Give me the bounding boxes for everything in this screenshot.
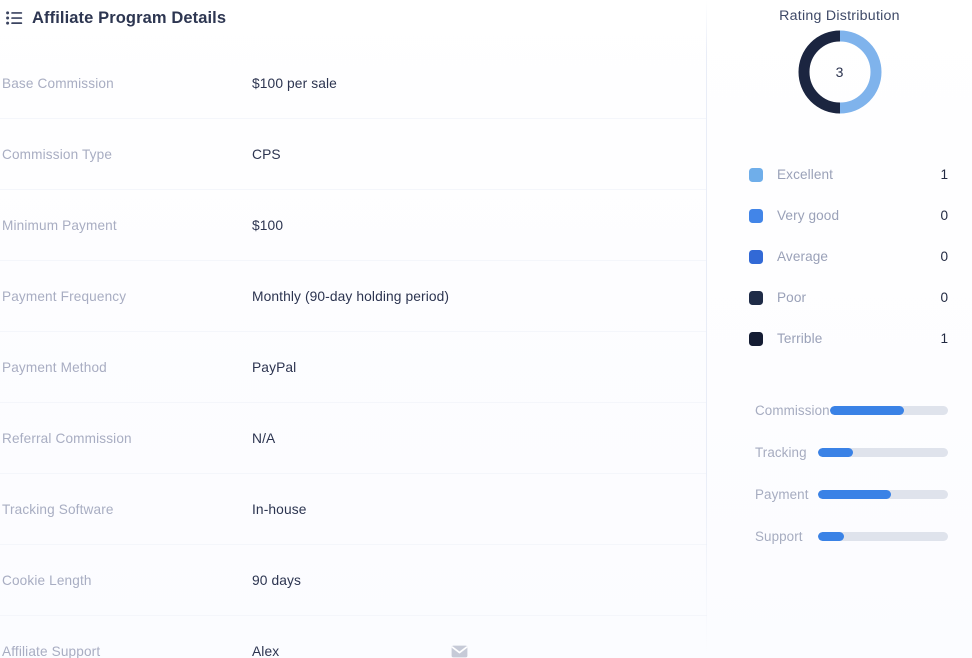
metric-row-payment: Payment: [715, 473, 948, 515]
row-label: Payment Method: [2, 360, 252, 375]
table-row: Base Commission $100 per sale: [0, 48, 707, 119]
row-label: Minimum Payment: [2, 218, 252, 233]
row-label: Referral Commission: [2, 431, 252, 446]
legend-label: Average: [777, 249, 938, 264]
table-row: Payment Method PayPal: [0, 332, 707, 403]
legend-count: 1: [938, 331, 948, 346]
row-label: Base Commission: [2, 76, 252, 91]
metric-track: [818, 532, 948, 541]
row-value: CPS: [252, 147, 707, 162]
legend-swatch-icon: [749, 250, 763, 264]
legend-swatch-icon: [749, 168, 763, 182]
table-row: Cookie Length 90 days: [0, 545, 707, 616]
metric-track: [830, 406, 948, 415]
metric-bars: Commission Tracking Payment Support: [707, 389, 972, 557]
legend-item-terrible[interactable]: Terrible 1: [749, 318, 948, 359]
metric-label: Commission: [715, 403, 830, 418]
row-label: Tracking Software: [2, 502, 252, 517]
legend-item-very-good[interactable]: Very good 0: [749, 195, 948, 236]
affiliate-details-panel: Affiliate Program Details Base Commissio…: [0, 0, 707, 658]
row-label: Payment Frequency: [2, 289, 252, 304]
panel-divider: [706, 0, 707, 658]
legend-swatch-icon: [749, 332, 763, 346]
legend-label: Very good: [777, 208, 938, 223]
legend-count: 0: [938, 290, 948, 305]
table-row: Tracking Software In-house: [0, 474, 707, 545]
table-row: Commission Type CPS: [0, 119, 707, 190]
row-label: Commission Type: [2, 147, 252, 162]
row-value: Alex: [252, 644, 429, 658]
row-value: N/A: [252, 431, 707, 446]
table-row: Payment Frequency Monthly (90-day holdin…: [0, 261, 707, 332]
legend-count: 1: [938, 167, 948, 182]
legend-swatch-icon: [749, 209, 763, 223]
metric-track: [818, 490, 948, 499]
envelope-icon: [451, 645, 468, 658]
row-value: In-house: [252, 502, 707, 517]
table-row: Referral Commission N/A: [0, 403, 707, 474]
legend-label: Excellent: [777, 167, 938, 182]
metric-label: Support: [715, 529, 818, 544]
metric-fill: [818, 448, 853, 457]
metric-row-tracking: Tracking: [715, 431, 948, 473]
metric-label: Tracking: [715, 445, 818, 460]
donut-icon: [798, 30, 882, 114]
metric-row-commission: Commission: [715, 389, 948, 431]
row-value: $100: [252, 218, 707, 233]
legend-label: Poor: [777, 290, 938, 305]
legend-item-poor[interactable]: Poor 0: [749, 277, 948, 318]
metric-fill: [818, 532, 844, 541]
legend-count: 0: [938, 249, 948, 264]
contact-support-button[interactable]: [429, 645, 489, 658]
rating-legend: Excellent 1 Very good 0 Average 0 Poor 0: [707, 154, 972, 359]
list-icon: [6, 11, 23, 25]
panel-header: Affiliate Program Details: [0, 2, 707, 34]
page-title: Affiliate Program Details: [32, 9, 226, 28]
metric-fill: [830, 406, 905, 415]
rating-distribution-title: Rating Distribution: [707, 0, 972, 24]
rating-donut-chart: 3: [707, 30, 972, 132]
row-value: 90 days: [252, 573, 707, 588]
legend-count: 0: [938, 208, 948, 223]
row-value: Monthly (90-day holding period): [252, 289, 707, 304]
legend-item-excellent[interactable]: Excellent 1: [749, 154, 948, 195]
table-row: Minimum Payment $100: [0, 190, 707, 261]
detail-table: Base Commission $100 per sale Commission…: [0, 48, 707, 658]
metric-label: Payment: [715, 487, 818, 502]
metric-fill: [818, 490, 891, 499]
metric-row-support: Support: [715, 515, 948, 557]
rating-distribution-panel: Rating Distribution 3 Excellent 1 Very g…: [707, 0, 972, 658]
row-label: Affiliate Support: [2, 644, 252, 658]
row-value: $100 per sale: [252, 76, 707, 91]
legend-label: Terrible: [777, 331, 938, 346]
row-value: PayPal: [252, 360, 707, 375]
legend-item-average[interactable]: Average 0: [749, 236, 948, 277]
affiliate-program-screen: Affiliate Program Details Base Commissio…: [0, 0, 972, 658]
row-label: Cookie Length: [2, 573, 252, 588]
metric-track: [818, 448, 948, 457]
table-row: Affiliate Support Alex: [0, 616, 707, 658]
legend-swatch-icon: [749, 291, 763, 305]
